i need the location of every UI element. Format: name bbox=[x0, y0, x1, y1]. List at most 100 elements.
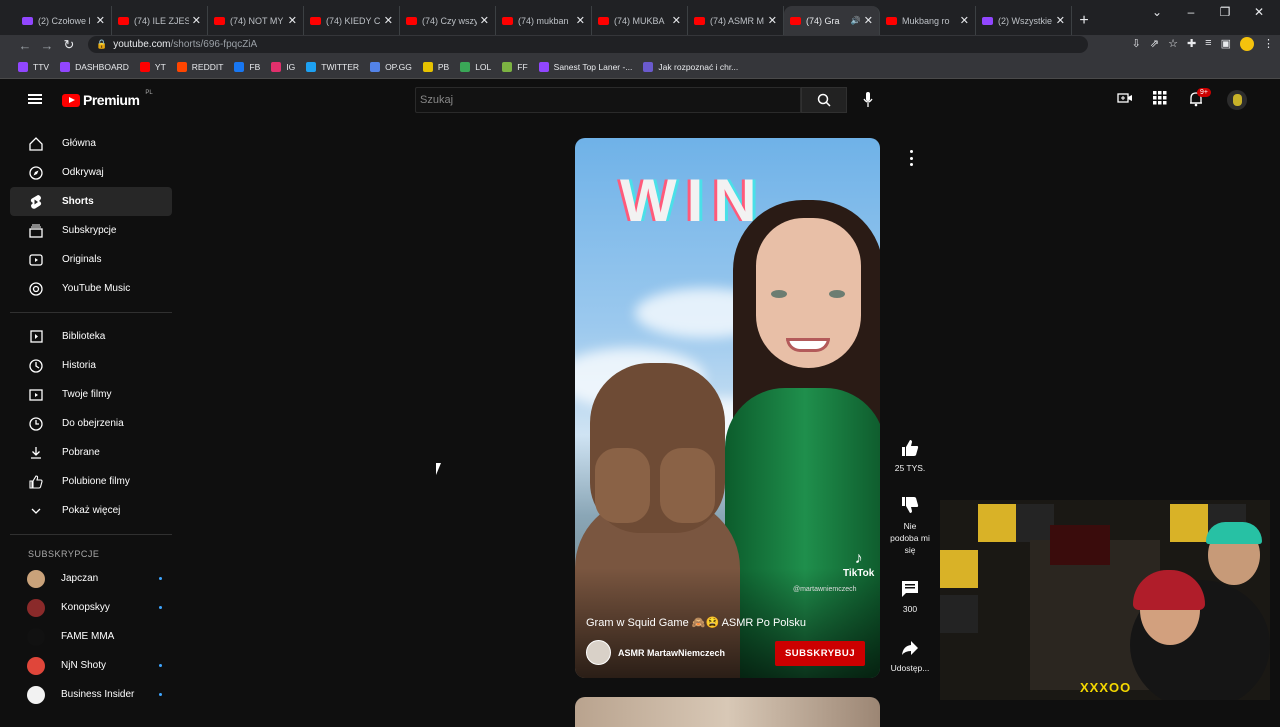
close-tab-icon[interactable]: ✕ bbox=[480, 14, 489, 27]
bookmark-star-icon[interactable]: ☆ bbox=[1168, 37, 1178, 51]
subscription-item[interactable]: FAME MMA bbox=[10, 622, 172, 651]
bookmark-item[interactable]: FB bbox=[234, 61, 260, 72]
subscription-item[interactable]: Business Insider bbox=[10, 680, 172, 709]
browser-tab[interactable]: (74) ASMR M ✕ bbox=[688, 6, 784, 35]
browser-tab[interactable]: (74) MUKBA ✕ bbox=[592, 6, 688, 35]
browser-tab[interactable]: (74) Gra 🔊 ✕ bbox=[784, 6, 880, 35]
share-icon[interactable]: ⇗ bbox=[1150, 37, 1159, 51]
subscribe-button[interactable]: SUBSKRYBUJ bbox=[775, 641, 865, 666]
sidebar-item-subscriptions[interactable]: Subskrypcje bbox=[10, 216, 172, 245]
bookmark-item[interactable]: OP.GG bbox=[370, 61, 412, 72]
channel-avatar[interactable] bbox=[586, 640, 611, 665]
bookmark-item[interactable]: TWITTER bbox=[306, 61, 359, 72]
bookmark-item[interactable]: REDDIT bbox=[176, 61, 223, 72]
like-button[interactable]: 25 TYS. bbox=[880, 437, 940, 473]
new-tab-button[interactable]: + bbox=[1072, 6, 1096, 35]
close-tab-icon[interactable]: ✕ bbox=[864, 14, 873, 27]
sidebar-item-label: Twoje filmy bbox=[62, 389, 112, 400]
window-controls: ⌄ – ❐ ✕ bbox=[1140, 5, 1276, 19]
voice-search-button[interactable] bbox=[862, 91, 874, 109]
back-icon[interactable]: ← bbox=[14, 38, 36, 53]
bookmark-item[interactable]: Sanest Top Laner -... bbox=[538, 61, 632, 72]
browser-tab[interactable]: (74) NOT MY ✕ bbox=[208, 6, 304, 35]
close-tab-icon[interactable]: ✕ bbox=[960, 14, 969, 27]
dislike-button[interactable]: Nie podoba mi się bbox=[880, 494, 940, 556]
audio-playing-icon: 🔊 bbox=[850, 16, 861, 25]
short-title[interactable]: Gram w Squid Game 🙈😫 ASMR Po Polsku bbox=[586, 616, 806, 629]
sidebar-item-shorts[interactable]: Shorts bbox=[10, 187, 172, 216]
comments-button[interactable]: 300 bbox=[880, 578, 940, 614]
forward-icon[interactable]: → bbox=[36, 38, 58, 53]
close-window-button[interactable]: ✕ bbox=[1242, 5, 1276, 19]
sidebar-item-home[interactable]: Główna bbox=[10, 129, 172, 158]
youtube-premium-logo[interactable]: Premium PL bbox=[62, 90, 153, 108]
sidebar-item-chevron-down[interactable]: Pokaż więcej bbox=[10, 496, 172, 525]
profile-avatar[interactable] bbox=[1240, 37, 1254, 51]
close-tab-icon[interactable]: ✕ bbox=[288, 14, 297, 27]
tiktok-watermark: ♪ TikTok bbox=[843, 550, 874, 579]
browser-tab[interactable]: (74) KIEDY C ✕ bbox=[304, 6, 400, 35]
media-icon[interactable]: ≡ bbox=[1205, 37, 1211, 51]
extensions-icon[interactable]: ✚ bbox=[1187, 37, 1196, 51]
search-button[interactable] bbox=[801, 87, 847, 113]
browser-tab[interactable]: (2) Wszystkie ✕ bbox=[976, 6, 1072, 35]
sidebar-item-music[interactable]: YouTube Music bbox=[10, 274, 172, 303]
minimize-button[interactable]: – bbox=[1174, 5, 1208, 19]
sidebar-item-originals[interactable]: Originals bbox=[10, 245, 172, 274]
youtube-favicon-icon bbox=[406, 16, 417, 25]
close-tab-icon[interactable]: ✕ bbox=[384, 14, 393, 27]
bookmark-item[interactable]: Jak rozpoznać i chr... bbox=[643, 61, 738, 72]
menu-icon[interactable]: ⋮ bbox=[1263, 37, 1274, 51]
browser-tab[interactable]: (74) Czy wszy ✕ bbox=[400, 6, 496, 35]
channel-info[interactable]: ASMR MartawNiemczech bbox=[586, 640, 725, 665]
bookmark-item[interactable]: YT bbox=[139, 61, 166, 72]
browser-tab[interactable]: (74) ILE ZJESZ✕ bbox=[112, 6, 208, 35]
browser-tab[interactable]: (2) Czołowe l ✕ bbox=[16, 6, 112, 35]
close-tab-icon[interactable]: ✕ bbox=[768, 14, 777, 27]
sidebar-item-download[interactable]: Pobrane bbox=[10, 438, 172, 467]
restore-button[interactable]: ❐ bbox=[1208, 5, 1242, 19]
apps-button[interactable] bbox=[1153, 91, 1167, 105]
create-button[interactable] bbox=[1117, 91, 1133, 105]
subscription-item[interactable]: NjN Shoty bbox=[10, 651, 172, 680]
more-options-icon[interactable] bbox=[906, 150, 916, 166]
close-tab-icon[interactable]: ✕ bbox=[192, 14, 201, 27]
bookmark-item[interactable]: DASHBOARD bbox=[60, 61, 129, 72]
sidebar-item-like[interactable]: Polubione filmy bbox=[10, 467, 172, 496]
sidepanel-icon[interactable]: ▣ bbox=[1221, 37, 1231, 51]
bookmark-item[interactable]: FF bbox=[502, 61, 528, 72]
tiktok-label: TikTok bbox=[843, 568, 875, 579]
reload-icon[interactable]: ↻ bbox=[58, 37, 80, 53]
url-field[interactable]: 🔒 youtube.com/shorts/696-fpqcZiA bbox=[88, 36, 1088, 53]
channel-name[interactable]: ASMR MartawNiemczech bbox=[618, 648, 725, 658]
next-short-preview[interactable] bbox=[575, 697, 880, 727]
sidebar-item-history[interactable]: Historia bbox=[10, 351, 172, 380]
search-input[interactable]: Szukaj bbox=[415, 87, 801, 113]
subscription-item[interactable]: Japczan bbox=[10, 564, 172, 593]
bookmark-item[interactable]: IG bbox=[271, 61, 295, 72]
bookmark-item[interactable]: PB bbox=[422, 61, 449, 72]
close-tab-icon[interactable]: ✕ bbox=[576, 14, 585, 27]
bookmark-favicon-icon bbox=[370, 61, 381, 72]
bookmark-item[interactable]: LOL bbox=[460, 61, 491, 72]
sidebar-item-label: Do obejrzenia bbox=[62, 418, 124, 429]
share-button[interactable]: Udostęp... bbox=[880, 637, 940, 673]
close-tab-icon[interactable]: ✕ bbox=[96, 14, 105, 27]
subscription-item[interactable]: Konopskyy bbox=[10, 593, 172, 622]
account-avatar[interactable] bbox=[1227, 90, 1247, 110]
sidebar-item-watch-later[interactable]: Do obejrzenia bbox=[10, 409, 172, 438]
browser-tab[interactable]: (74) mukban ✕ bbox=[496, 6, 592, 35]
sidebar-item-compass[interactable]: Odkrywaj bbox=[10, 158, 172, 187]
tab-search-icon[interactable]: ⌄ bbox=[1140, 5, 1174, 19]
new-content-dot bbox=[159, 577, 162, 580]
notifications-button[interactable]: 9+ bbox=[1188, 88, 1211, 107]
menu-hamburger-icon[interactable] bbox=[28, 94, 42, 104]
install-icon[interactable]: ⇩ bbox=[1132, 37, 1141, 51]
sidebar-item-library[interactable]: Biblioteka bbox=[10, 322, 172, 351]
bookmark-item[interactable]: TTV bbox=[18, 61, 49, 72]
short-video-player[interactable]: WIN ♪ TikTok @martawniemczech Gram w Squ… bbox=[575, 138, 880, 678]
browser-tab[interactable]: Mukbang ro ✕ bbox=[880, 6, 976, 35]
close-tab-icon[interactable]: ✕ bbox=[672, 14, 681, 27]
close-tab-icon[interactable]: ✕ bbox=[1056, 14, 1065, 27]
sidebar-item-your-videos[interactable]: Twoje filmy bbox=[10, 380, 172, 409]
